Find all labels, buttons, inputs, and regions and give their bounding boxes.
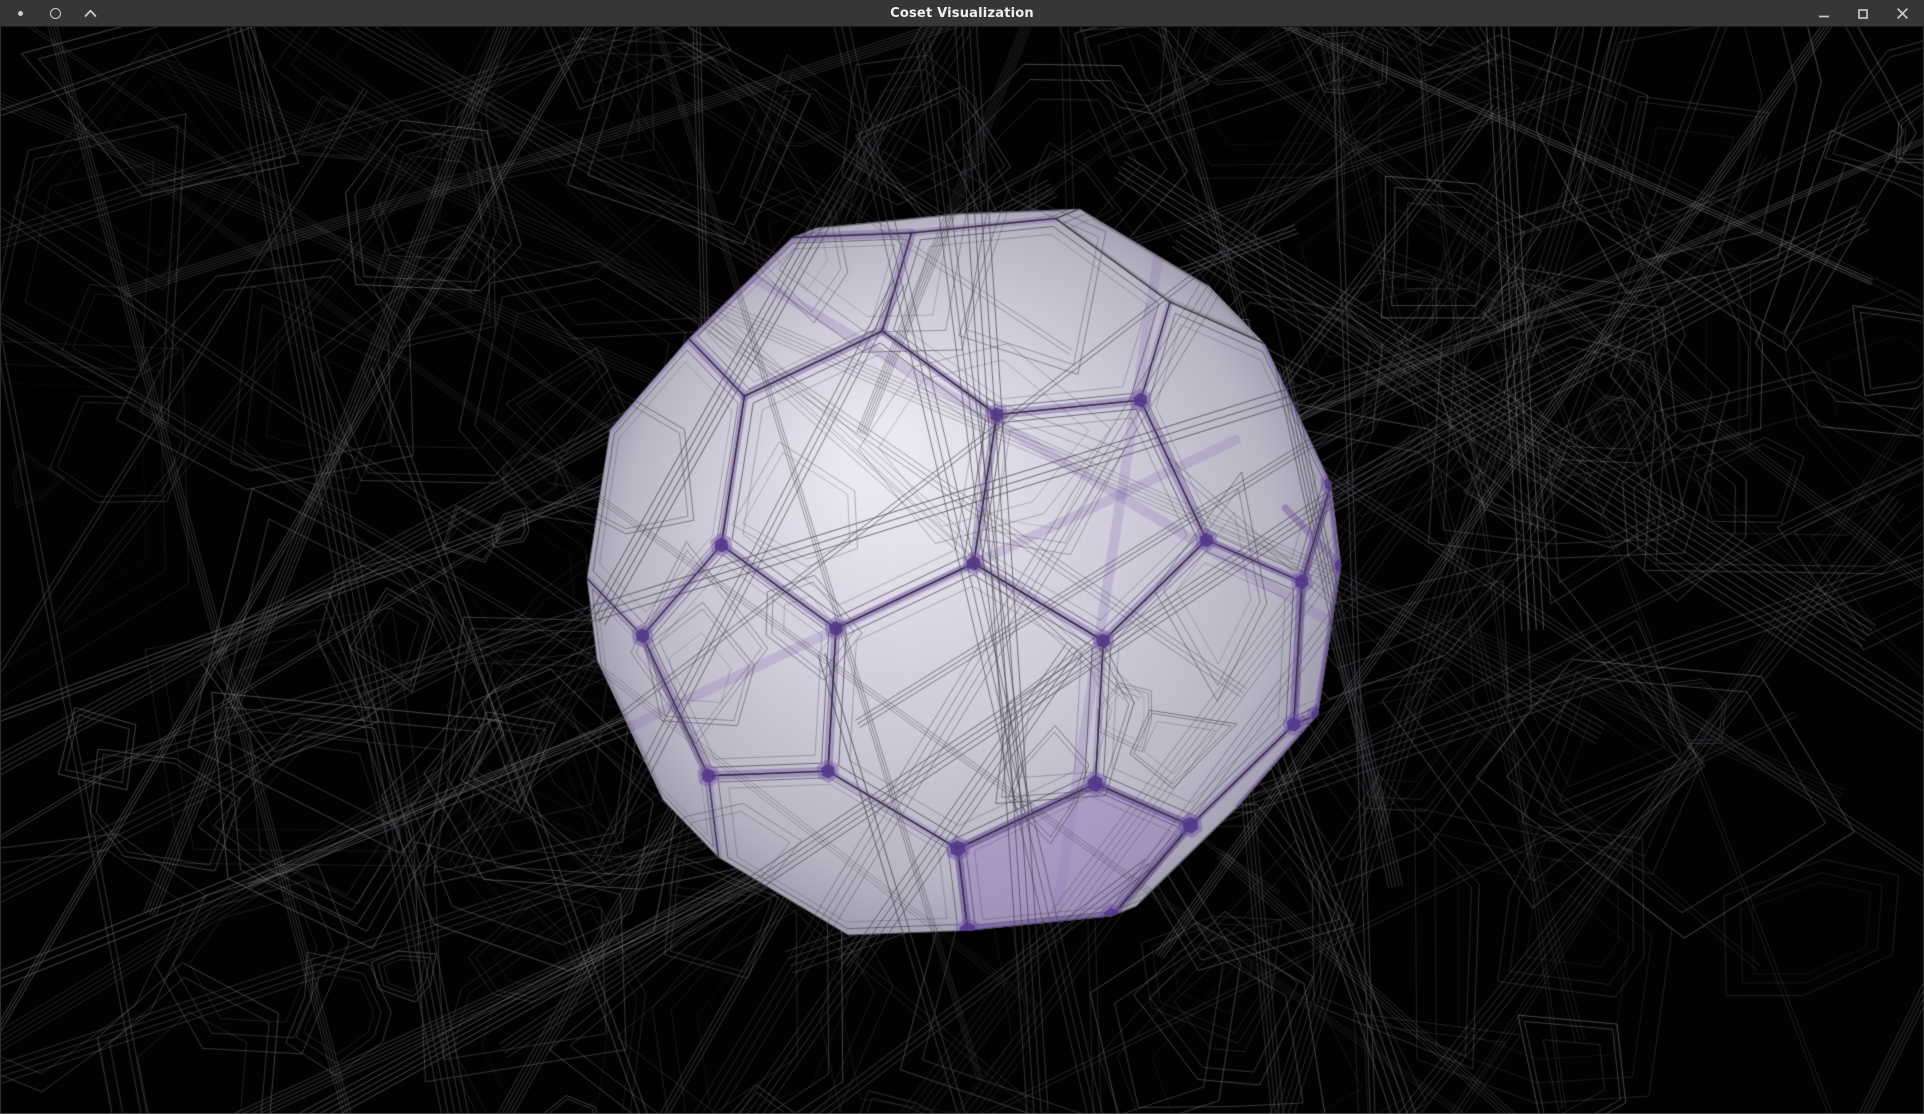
chevron-up-icon[interactable] — [83, 0, 97, 27]
minimize-icon[interactable] — [1817, 0, 1831, 27]
circle-glyph — [50, 8, 61, 19]
close-glyph — [1896, 7, 1909, 20]
app-window: Coset Visualization — [0, 0, 1924, 1114]
maximize-glyph — [1857, 8, 1869, 20]
close-icon[interactable] — [1895, 0, 1909, 27]
titlebar-right-controls — [1817, 0, 1909, 27]
window-title: Coset Visualization — [0, 0, 1924, 27]
dot-glyph — [18, 11, 23, 16]
titlebar-left-controls — [13, 0, 97, 27]
dot-icon[interactable] — [13, 0, 27, 27]
maximize-icon[interactable] — [1856, 0, 1870, 27]
titlebar[interactable]: Coset Visualization — [0, 0, 1924, 27]
minimize-glyph — [1818, 8, 1830, 20]
visualization-canvas[interactable] — [0, 27, 1924, 1114]
chevron-up-glyph — [84, 9, 97, 18]
circle-icon[interactable] — [48, 0, 62, 27]
